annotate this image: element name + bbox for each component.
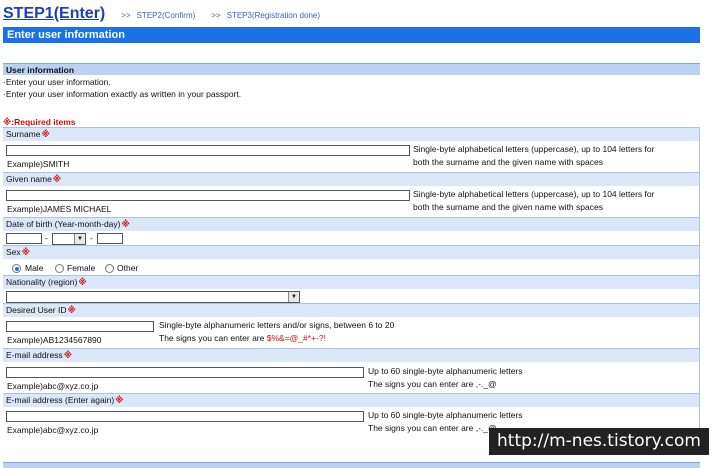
email-label: E-mail address※ [3,348,699,361]
email-confirm-hint: Up to 60 single-byte alphanumeric letter… [368,410,523,420]
step1-enter-link[interactable]: STEP1(Enter) [3,5,105,23]
surname-row: Example)SMITH Single-byte alphabetical l… [3,140,699,172]
surname-label: Surname※ [3,127,699,140]
sex-row: Male Female Other [3,258,699,275]
instruction-note: ·Enter your user information exactly as … [3,89,242,99]
user-id-example: Example)AB1234567890 [7,335,102,345]
email-input[interactable] [6,367,364,378]
sex-female-label: Female [67,263,96,273]
sex-male-label: Male [25,263,44,273]
email-confirm-example: Example)abc@xyz.co.jp [7,425,99,435]
required-mark: ※ [67,305,76,315]
step-navigation: STEP1(Enter) >> STEP2(Confirm) >> STEP3(… [3,3,320,23]
required-mark: ※ [121,219,130,229]
email-confirm-hint: The signs you can enter are ,-._@ [368,423,497,433]
dob-month-select[interactable]: ▼ [52,233,86,245]
given-name-label: Given name※ [3,172,699,185]
surname-example: Example)SMITH [7,159,70,169]
dob-separator: - [45,233,48,243]
email-hint: Up to 60 single-byte alphanumeric letter… [368,366,523,376]
sex-female-radio[interactable] [55,264,64,273]
given-name-row: Example)JAMES MICHAEL Single-byte alphab… [3,185,699,217]
given-name-hint: both the surname and the given name with… [413,202,603,212]
email-hint: The signs you can enter are ,-._@ [368,379,497,389]
step2-confirm: STEP2(Confirm) [136,11,196,20]
nationality-label: Nationality (region)※ [3,275,699,288]
page-title: Enter user information [3,27,700,43]
required-mark: ※ [78,277,87,287]
user-id-hint: Single-byte alphanumeric letters and/or … [159,320,395,330]
chevron-down-icon: ▼ [74,234,85,244]
user-id-input[interactable] [6,321,154,332]
dob-label: Date of birth (Year-month-day)※ [3,217,699,230]
next-section-header [3,462,700,468]
watermark: http://m-nes.tistory.com [489,428,709,455]
given-name-example: Example)JAMES MICHAEL [7,204,112,214]
required-mark: ※ [21,247,30,257]
surname-input[interactable] [6,145,410,156]
nationality-select[interactable]: ▼ [6,291,300,303]
surname-hint: Single-byte alphabetical letters (upperc… [413,144,655,154]
sex-male-radio[interactable] [12,264,21,273]
sex-other-radio[interactable] [105,264,114,273]
surname-hint: both the surname and the given name with… [413,157,603,167]
step-separator: >> [121,11,131,20]
dob-row: - ▼ - [3,230,699,245]
sex-other-label: Other [117,263,139,273]
chevron-down-icon: ▼ [288,292,299,302]
email-confirm-input[interactable] [6,411,364,422]
sex-label: Sex※ [3,245,699,258]
user-id-row: Example)AB1234567890 Single-byte alphanu… [3,316,699,348]
given-name-input[interactable] [6,190,410,201]
section-title: User information [3,63,700,75]
step-separator: >> [211,11,221,20]
dob-separator: - [90,233,93,243]
nationality-row: ▼ [3,288,699,303]
required-mark: ※ [63,350,72,360]
required-mark: ※ [41,129,50,139]
user-id-hint: The signs you can enter are $%&=@_#*+-?! [159,333,326,343]
email-row: Example)abc@xyz.co.jp Up to 60 single-by… [3,361,699,393]
required-mark: ※ [115,395,124,405]
instruction-note: ·Enter your user information. [3,77,111,87]
dob-year-input[interactable] [6,233,42,244]
user-id-label: Desired User ID※ [3,303,699,316]
user-info-form: Surname※ Example)SMITH Single-byte alpha… [3,127,700,438]
required-mark: ※ [52,174,62,184]
given-name-hint: Single-byte alphabetical letters (upperc… [413,189,655,199]
email-example: Example)abc@xyz.co.jp [7,381,99,391]
dob-day-input[interactable] [97,233,123,244]
allowed-signs: $%&=@_#*+-?! [266,333,326,343]
step3-registration-done: STEP3(Registration done) [226,11,321,20]
email-confirm-label: E-mail address (Enter again)※ [3,393,699,406]
